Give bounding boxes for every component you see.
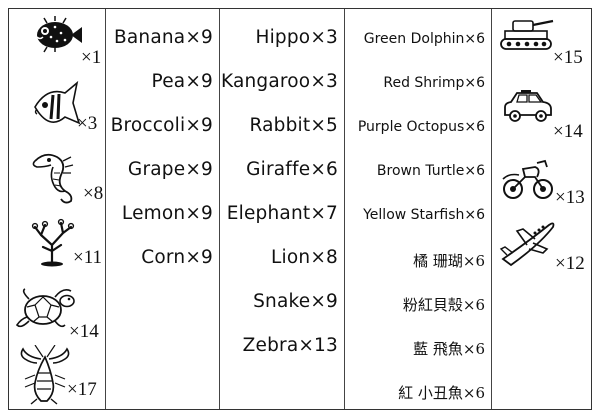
seahorse-icon: [27, 147, 87, 207]
sea-item: 粉紅貝殼×6: [402, 296, 485, 314]
animal-item: Zebra×13: [242, 335, 338, 356]
animal-item: Elephant×7: [226, 203, 338, 224]
pufferfish-icon: [31, 15, 83, 53]
sea-turtle-icon: [15, 285, 77, 333]
sea-column: Green Dolphin×6 Red Shrimp×6 Purple Octo…: [344, 9, 491, 409]
fruits-column: Banana×9 Pea×9 Broccoli×9 Grape×9 Lemon×…: [105, 9, 219, 409]
right-panel: ×15 ×14 ×13 ×12: [491, 9, 593, 409]
fruit-item: Pea×9: [151, 71, 213, 92]
airplane-icon: [499, 215, 557, 267]
left-panel: ×1 ×3 ×8 ×11 ×14 ×17: [9, 9, 105, 409]
fruit-item: Banana×9: [113, 27, 213, 48]
lobster-qty: ×17: [67, 379, 97, 400]
fruit-item: Broccoli×9: [110, 115, 213, 136]
airplane-qty: ×12: [555, 253, 585, 274]
sea-item: Brown Turtle×6: [376, 163, 485, 179]
sea-item: Red Shrimp×6: [383, 75, 485, 91]
tank-qty: ×15: [553, 47, 583, 68]
coral-icon: [27, 217, 77, 267]
motorcycle-qty: ×13: [555, 187, 585, 208]
angelfish-qty: ×3: [77, 113, 98, 134]
animal-item: Hippo×3: [255, 27, 338, 48]
tank-icon: [499, 15, 555, 51]
fruit-item: Lemon×9: [121, 203, 213, 224]
car-qty: ×14: [553, 121, 583, 142]
car-icon: [501, 89, 553, 125]
sea-item: Purple Octopus×6: [357, 119, 485, 135]
coral-qty: ×11: [73, 247, 103, 268]
sticker-sheet: ×1 ×3 ×8 ×11 ×14 ×17 Banana×9 Pea×9 Broc…: [8, 8, 592, 410]
angelfish-icon: [29, 79, 81, 135]
pufferfish-qty: ×1: [81, 47, 102, 68]
fruit-item: Corn×9: [141, 247, 213, 268]
animal-item: Kangaroo×3: [220, 71, 338, 92]
sea-item: 藍 飛魚×6: [413, 340, 485, 358]
animal-item: Snake×9: [253, 291, 338, 312]
animal-item: Rabbit×5: [249, 115, 338, 136]
animals-column: Hippo×3 Kangaroo×3 Rabbit×5 Giraffe×6 El…: [219, 9, 344, 409]
animal-item: Lion×8: [271, 247, 338, 268]
sea-turtle-qty: ×14: [69, 321, 99, 342]
animal-item: Giraffe×6: [246, 159, 338, 180]
sea-item: Yellow Starfish×6: [363, 207, 485, 223]
seahorse-qty: ×8: [83, 183, 104, 204]
motorcycle-icon: [501, 157, 555, 201]
sea-item: 橘 珊瑚×6: [413, 252, 485, 270]
sea-item: 紅 小丑魚×6: [398, 384, 485, 402]
sea-item: Green Dolphin×6: [363, 31, 485, 47]
fruit-item: Grape×9: [127, 159, 213, 180]
